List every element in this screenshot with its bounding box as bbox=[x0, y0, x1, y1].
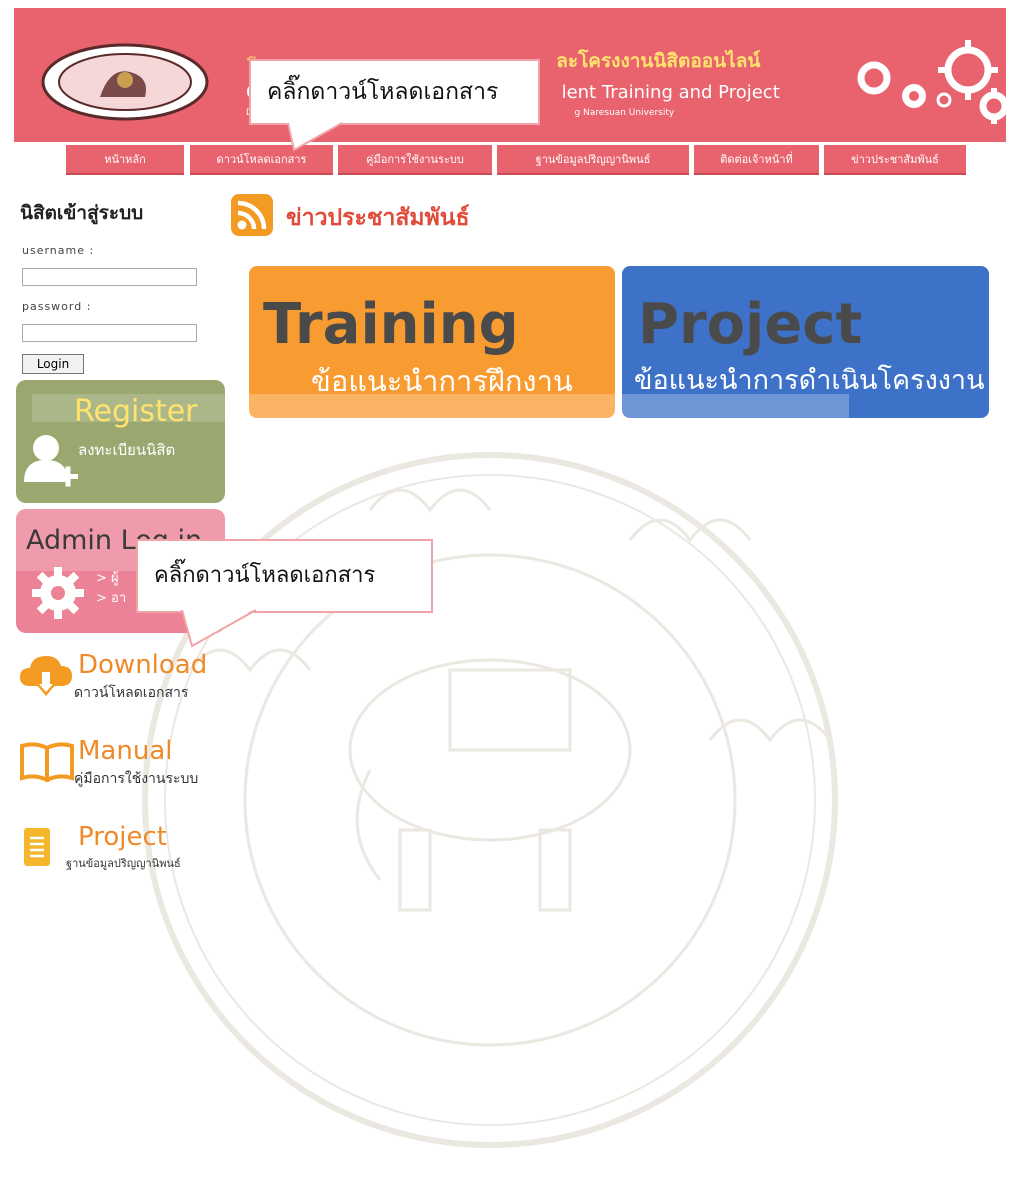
download-callout-top: คลิ๊กดาวน์โหลดเอกสาร bbox=[249, 59, 540, 125]
admin-line-2: > อา bbox=[96, 591, 127, 606]
project-link-title: Project bbox=[78, 822, 167, 852]
password-input[interactable] bbox=[22, 324, 197, 342]
nav-item-home[interactable]: หน้าหลัก bbox=[66, 145, 184, 175]
gears-icon bbox=[857, 40, 1009, 124]
login-button[interactable]: Login bbox=[22, 354, 84, 374]
register-card[interactable]: Register ลงทะเบียนนิสิต bbox=[16, 380, 225, 503]
gear-icon bbox=[32, 567, 84, 619]
cloud-download-icon bbox=[20, 656, 72, 696]
callout-top-tail bbox=[287, 122, 343, 152]
register-subtitle: ลงทะเบียนนิสิต bbox=[78, 441, 176, 459]
training-tile-title: Training bbox=[263, 292, 519, 357]
project-tile[interactable]: Project ข้อแนะนำการดำเนินโครงงาน bbox=[622, 266, 989, 418]
register-title: Register bbox=[74, 394, 198, 429]
project-link-subtitle: ฐานข้อมูลปริญญานิพนธ์ bbox=[66, 857, 181, 870]
callout-middle-tail bbox=[181, 608, 257, 648]
university-logo bbox=[41, 43, 209, 121]
notebook-icon bbox=[24, 828, 50, 866]
nav-item-thesis-db[interactable]: ฐานข้อมูลปริญญานิพนธ์ bbox=[497, 145, 689, 175]
login-title: นิสิตเข้าสู่ระบบ bbox=[20, 202, 144, 224]
sidebar-link-project[interactable]: Project ฐานข้อมูลปริญญานิพนธ์ bbox=[20, 822, 220, 874]
manual-link-subtitle: คู่มือการใช้งานระบบ bbox=[74, 771, 199, 787]
nav-item-news[interactable]: ข่าวประชาสัมพันธ์ bbox=[824, 145, 966, 175]
download-link-subtitle: ดาวน์โหลดเอกสาร bbox=[74, 685, 189, 701]
nav-item-contact[interactable]: ติดต่อเจ้าหน้าที่ bbox=[694, 145, 819, 175]
username-label: username : bbox=[22, 244, 95, 257]
nav-item-manual[interactable]: คู่มือการใช้งานระบบ bbox=[338, 145, 492, 175]
training-tile-stripe bbox=[249, 394, 615, 418]
news-title: ข่าวประชาสัมพันธ์ bbox=[286, 205, 470, 231]
project-tile-stripe bbox=[622, 394, 849, 418]
rss-icon bbox=[231, 194, 273, 236]
admin-line-1: > ผู้ bbox=[96, 571, 119, 586]
sidebar-link-manual[interactable]: Manual คู่มือการใช้งานระบบ bbox=[20, 736, 220, 788]
download-callout-middle: คลิ๊กดาวน์โหลดเอกสาร bbox=[136, 539, 433, 613]
password-label: password : bbox=[22, 300, 92, 313]
book-icon bbox=[20, 742, 74, 782]
username-input[interactable] bbox=[22, 268, 197, 286]
sidebar-link-download[interactable]: Download ดาวน์โหลดเอกสาร bbox=[20, 650, 220, 702]
training-tile[interactable]: Training ข้อแนะนำการฝึกงาน bbox=[249, 266, 615, 418]
add-user-icon bbox=[24, 435, 78, 487]
manual-link-title: Manual bbox=[78, 736, 173, 766]
project-tile-title: Project bbox=[638, 292, 863, 357]
download-link-title: Download bbox=[78, 650, 208, 680]
main-nav: หน้าหลัก ดาวน์โหลดเอกสาร คู่มือการใช้งาน… bbox=[0, 145, 1011, 177]
